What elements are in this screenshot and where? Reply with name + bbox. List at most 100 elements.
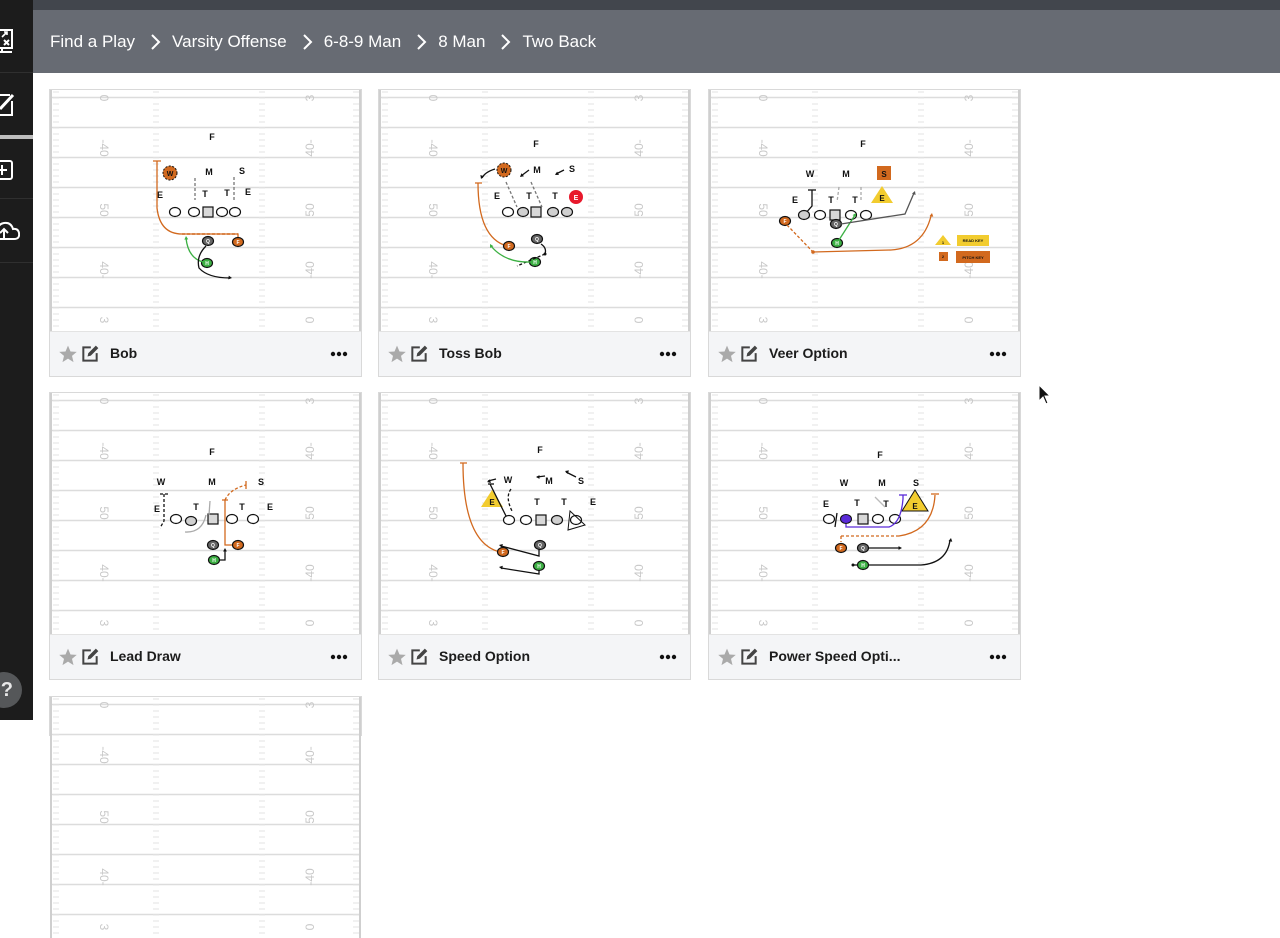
breadcrumb-item-8-man[interactable]: 8 Man xyxy=(438,32,485,52)
yard-number: 3 xyxy=(962,94,976,101)
breadcrumb-item-varsity-offense[interactable]: Varsity Offense xyxy=(172,32,287,52)
more-horizontal-icon[interactable] xyxy=(329,344,349,364)
offensive-player xyxy=(502,514,516,526)
star-icon[interactable] xyxy=(58,344,78,364)
position-label: E xyxy=(154,504,160,514)
position-label: M xyxy=(533,165,541,175)
star-icon[interactable] xyxy=(387,344,407,364)
play-title[interactable]: Speed Option xyxy=(439,648,530,664)
position-label: S xyxy=(569,164,575,174)
play-card[interactable]: 0 -40 50 40- 3 3 40- 50 -40 0 F M S E T T E W Q F H Bob xyxy=(49,89,362,377)
play-card[interactable]: 0 -40 50 40- 3 3 40- 50 -40 0 F M S E T T W E F Q H Toss Bob xyxy=(378,89,691,377)
center-player xyxy=(207,513,219,525)
position-label: F xyxy=(877,450,883,460)
yard-number: 40- xyxy=(97,564,111,581)
yard-number: 0 xyxy=(426,95,440,102)
yard-number: -40 xyxy=(426,442,440,460)
breadcrumb-item-find-a-play[interactable]: Find a Play xyxy=(50,32,135,52)
edit-icon[interactable] xyxy=(739,647,759,667)
breadcrumb: Find a Play Varsity Offense 6-8-9 Man 8 … xyxy=(33,10,1280,73)
sidebar-item-edit[interactable] xyxy=(0,86,33,122)
more-horizontal-icon[interactable] xyxy=(988,647,1008,667)
offensive-player xyxy=(871,513,885,525)
star-icon[interactable] xyxy=(717,647,737,667)
play-card[interactable]: 0 -40 50 40- 3 3 40- 50 -40 0 F W M S T T E E F Q H Speed Op… xyxy=(378,392,691,680)
more-horizontal-icon[interactable] xyxy=(658,344,678,364)
edit-icon[interactable] xyxy=(80,344,100,364)
legend-label: READ KEY xyxy=(963,238,984,243)
yard-number: 3 xyxy=(426,620,440,627)
offensive-player xyxy=(550,514,564,526)
yard-number: 0 xyxy=(632,619,646,626)
play-diagram[interactable]: 0 -40 50 40- 3 3 40- 50 -40 0 F W M S T T E E F Q H xyxy=(379,393,690,634)
card-footer: Toss Bob xyxy=(379,331,690,376)
more-horizontal-icon[interactable] xyxy=(658,647,678,667)
sidebar: ? xyxy=(0,0,33,720)
sidebar-item-upload[interactable] xyxy=(0,212,33,248)
route-path xyxy=(840,535,899,542)
yard-number: 40- xyxy=(962,442,976,459)
play-diagram[interactable]: 0 -40 50 40- 3 3 40- 50 -40 0 xyxy=(50,697,361,938)
position-label: F xyxy=(533,139,539,149)
offensive-player xyxy=(859,209,873,221)
play-title[interactable]: Toss Bob xyxy=(439,345,502,361)
play-title[interactable]: Lead Draw xyxy=(110,648,181,664)
edit-icon[interactable] xyxy=(409,647,429,667)
yard-number: 50 xyxy=(303,203,317,217)
edit-icon[interactable] xyxy=(80,647,100,667)
star-icon[interactable] xyxy=(387,647,407,667)
play-diagram[interactable]: 0 -40 50 40- 3 3 40- 50 -40 0 F M S E T T E W Q F H xyxy=(50,90,361,331)
play-diagram[interactable]: 0 -40 50 40- 3 3 40- 50 -40 0 F W M S E T T E F Q H xyxy=(709,393,1020,634)
help-button[interactable]: ? xyxy=(0,672,22,708)
yard-number: 0 xyxy=(97,398,111,405)
play-card[interactable]: 0 -40 50 40- 3 3 40- 50 -40 0 F W M S E T T E Q F H Lead Dra… xyxy=(49,392,362,680)
yard-number: 0 xyxy=(756,398,770,405)
yard-number: 50 xyxy=(426,506,440,520)
play-card[interactable]: 0 -40 50 40- 3 3 40- 50 -40 0 xyxy=(49,696,362,938)
position-label: M xyxy=(545,476,553,486)
route-path xyxy=(159,493,168,529)
play-diagram[interactable]: 0 -40 50 40- 3 3 40- 50 -40 0 F W M E T T S E Q H F 1 READ KEY… xyxy=(709,90,1020,331)
player-label: F xyxy=(783,219,786,225)
more-horizontal-icon[interactable] xyxy=(988,344,1008,364)
position-label: E xyxy=(494,191,500,201)
offensive-player xyxy=(516,206,530,218)
play-title[interactable]: Bob xyxy=(110,345,137,361)
player-label: E xyxy=(879,194,885,203)
yard-number: 3 xyxy=(426,317,440,324)
play-card[interactable]: 0 -40 50 40- 3 3 40- 50 -40 0 F W M S E T T E F Q H Power Sp… xyxy=(708,392,1021,680)
sidebar-item-playbook[interactable] xyxy=(0,22,33,58)
edit-icon[interactable] xyxy=(739,344,759,364)
play-title[interactable]: Power Speed Opti... xyxy=(769,648,900,664)
card-footer: Power Speed Opti... xyxy=(709,634,1020,679)
yard-number: 50 xyxy=(632,506,646,520)
more-horizontal-icon[interactable] xyxy=(329,647,349,667)
sidebar-item-add[interactable] xyxy=(0,152,33,188)
yard-number: 3 xyxy=(97,924,111,931)
yard-number: -40 xyxy=(97,746,111,764)
chevron-right-icon xyxy=(302,33,313,50)
play-diagram[interactable]: 0 -40 50 40- 3 3 40- 50 -40 0 F W M S E T T E Q F H xyxy=(50,393,361,634)
yard-number: -40 xyxy=(303,564,317,582)
position-label: E xyxy=(267,502,273,512)
yard-number: 40- xyxy=(426,261,440,278)
play-diagram[interactable]: 0 -40 50 40- 3 3 40- 50 -40 0 F M S E T T W E F Q H xyxy=(379,90,690,331)
play-title[interactable]: Veer Option xyxy=(769,345,848,361)
player-label: H xyxy=(861,563,865,569)
route-path xyxy=(853,539,951,566)
yard-number: 3 xyxy=(303,94,317,101)
breadcrumb-item-6-8-9-man[interactable]: 6-8-9 Man xyxy=(324,32,401,52)
yard-number: 3 xyxy=(632,94,646,101)
star-icon[interactable] xyxy=(717,344,737,364)
top-bar xyxy=(0,0,1280,10)
edit-icon[interactable] xyxy=(409,344,429,364)
play-card[interactable]: 0 -40 50 40- 3 3 40- 50 -40 0 F W M E T T S E Q H F 1 READ KEY… xyxy=(708,89,1021,377)
yard-number: 50 xyxy=(962,203,976,217)
yard-number: 50 xyxy=(756,203,770,217)
yard-number: 0 xyxy=(756,95,770,102)
yard-number: -40 xyxy=(756,139,770,157)
yard-number: 0 xyxy=(303,619,317,626)
route-path xyxy=(530,181,543,208)
position-label: T xyxy=(224,188,230,198)
star-icon[interactable] xyxy=(58,647,78,667)
